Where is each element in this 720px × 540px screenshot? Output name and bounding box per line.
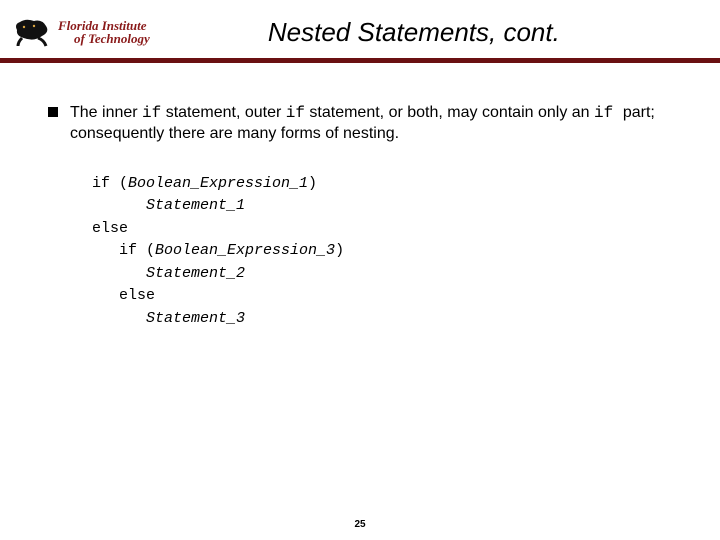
bullet-code-2: if: [286, 104, 305, 122]
bullet-code-3: if: [594, 104, 623, 122]
code-l4a: if (: [119, 242, 155, 259]
bullet-item: The inner if statement, outer if stateme…: [48, 103, 684, 145]
code-l1a: if (: [92, 175, 128, 192]
code-l1c: ): [308, 175, 317, 192]
institution-logo: Florida Institute of Technology: [12, 16, 150, 48]
code-l6: else: [119, 287, 155, 304]
logo-line-2: of Technology: [58, 32, 150, 45]
slide-title: Nested Statements, cont.: [150, 17, 708, 48]
code-l2: Statement_1: [146, 197, 245, 214]
code-l4c: ): [335, 242, 344, 259]
logo-text: Florida Institute of Technology: [58, 19, 150, 45]
square-bullet-icon: [48, 107, 58, 117]
header: Florida Institute of Technology Nested S…: [0, 0, 720, 58]
bullet-text: The inner if statement, outer if stateme…: [70, 103, 684, 145]
page-number: 25: [0, 519, 720, 530]
panther-icon: [12, 16, 52, 48]
bullet-seg-2: statement, outer: [161, 104, 286, 121]
bullet-seg-3: statement, or both, may contain only an: [305, 104, 594, 121]
bullet-code-1: if: [142, 104, 161, 122]
code-l4b: Boolean_Expression_3: [155, 242, 335, 259]
bullet-seg-1: The inner: [70, 104, 142, 121]
code-l5: Statement_2: [146, 265, 245, 282]
content: The inner if statement, outer if stateme…: [0, 63, 720, 330]
code-l3: else: [92, 220, 128, 237]
code-l7: Statement_3: [146, 310, 245, 327]
code-l1b: Boolean_Expression_1: [128, 175, 308, 192]
code-block: if (Boolean_Expression_1) Statement_1 el…: [92, 173, 684, 331]
